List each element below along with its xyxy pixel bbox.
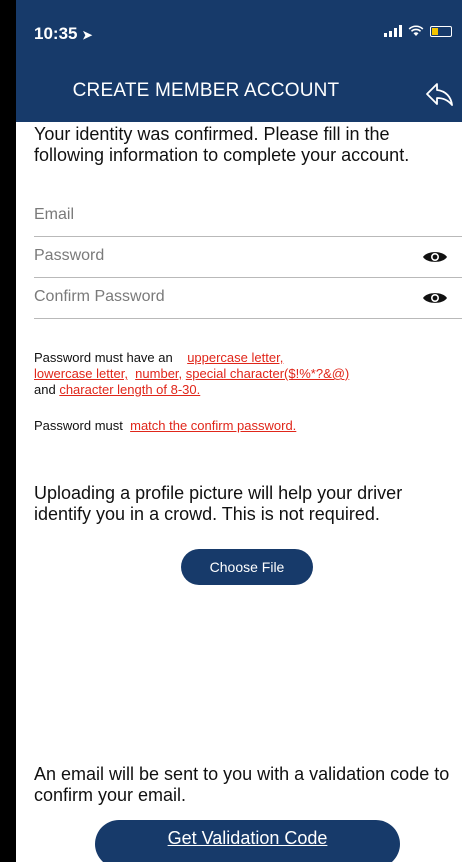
- password-rules: Password must have an uppercase letter, …: [34, 350, 462, 398]
- get-validation-code-button[interactable]: Get Validation Code: [95, 820, 400, 862]
- match-rule-prefix: Password must: [34, 418, 123, 433]
- location-arrow-icon: ➤: [82, 28, 93, 42]
- email-field[interactable]: [34, 196, 462, 237]
- confirm-password-field[interactable]: [34, 278, 462, 319]
- phone-screen: 10:35 ➤ CREATE MEMBER ACCOUNT Your ident…: [16, 0, 462, 862]
- show-password-eye-icon[interactable]: [422, 249, 448, 265]
- password-field[interactable]: [34, 237, 462, 278]
- upload-note: Uploading a profile picture will help yo…: [34, 483, 403, 524]
- rules-prefix: Password must have an: [34, 350, 173, 365]
- match-rule: Password must match the confirm password…: [34, 418, 462, 434]
- back-arrow-icon[interactable]: [424, 79, 454, 109]
- rule-special-character: special character($!%*?&@): [185, 366, 350, 381]
- rule-uppercase: uppercase letter,: [187, 350, 284, 365]
- status-time-text: 10:35: [34, 24, 78, 43]
- rule-lowercase: lowercase letter,: [34, 366, 128, 381]
- choose-file-button[interactable]: Choose File: [181, 549, 313, 585]
- status-time: 10:35 ➤: [34, 24, 92, 44]
- status-bar: 10:35 ➤: [16, 0, 462, 66]
- show-confirm-password-eye-icon[interactable]: [422, 290, 448, 306]
- battery-icon: [430, 25, 452, 37]
- wifi-icon: [408, 25, 424, 36]
- confirm-password-input[interactable]: [34, 278, 394, 316]
- rules-and: and: [34, 382, 56, 397]
- intro-text: Your identity was confirmed. Please fill…: [34, 124, 410, 165]
- rule-length: character length of 8-30.: [59, 382, 201, 397]
- page-title: CREATE MEMBER ACCOUNT: [72, 80, 340, 101]
- rule-match-confirm: match the confirm password.: [130, 418, 297, 433]
- app-header: CREATE MEMBER ACCOUNT: [16, 66, 462, 122]
- password-input[interactable]: [34, 237, 394, 275]
- email-validation-note: An email will be sent to you with a vali…: [34, 764, 450, 805]
- rule-number: number,: [135, 366, 183, 381]
- email-input[interactable]: [34, 196, 394, 234]
- signal-icon: [384, 25, 402, 37]
- status-icons: [384, 25, 452, 37]
